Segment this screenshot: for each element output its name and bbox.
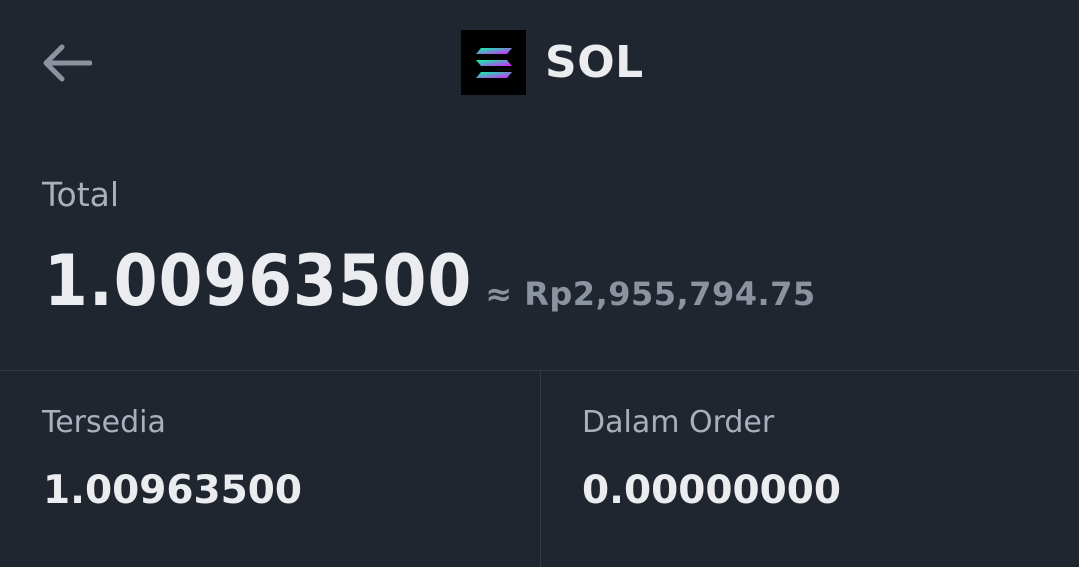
available-label: Tersedia xyxy=(42,405,166,440)
in-order-label: Dalam Order xyxy=(582,405,775,440)
total-amount: 1.00963500 xyxy=(44,240,473,322)
total-fiat-value: ≈ Rp2,955,794.75 xyxy=(485,275,816,313)
coin-title: SOL xyxy=(461,30,644,95)
solana-logo-icon xyxy=(461,30,526,95)
coin-symbol: SOL xyxy=(545,37,644,88)
total-balance: 1.00963500 ≈ Rp2,955,794.75 xyxy=(44,240,816,322)
vertical-divider xyxy=(540,371,541,567)
in-order-amount: 0.00000000 xyxy=(582,468,842,513)
back-button[interactable] xyxy=(36,40,96,90)
arrow-left-icon xyxy=(40,43,93,87)
available-amount: 1.00963500 xyxy=(43,468,303,513)
total-label: Total xyxy=(42,175,120,214)
header: SOL xyxy=(0,0,1079,130)
